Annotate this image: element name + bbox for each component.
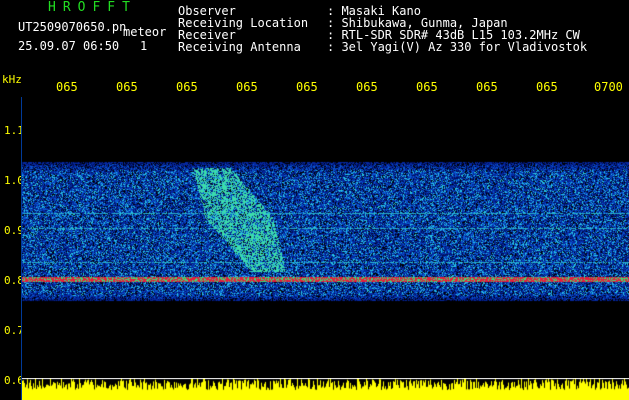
- time-tick: 065: [236, 80, 258, 94]
- time-tick: 065: [116, 80, 138, 94]
- time-tick: 065: [296, 80, 318, 94]
- mode-tag: meteor: [123, 25, 167, 39]
- signal-spectrum-bar: [21, 378, 629, 400]
- time-tick: 065: [536, 80, 558, 94]
- antenna-value: : 3el Yagi(V) Az 330 for Vladivostok: [327, 40, 588, 54]
- time-tick: 065: [56, 80, 78, 94]
- detection-count: 1: [140, 39, 148, 53]
- frequency-unit: kHz: [2, 73, 22, 86]
- antenna-label: Receiving Antenna: [178, 40, 301, 54]
- capture-datetime: 25.09.07 06:50: [18, 39, 120, 53]
- waterfall-spectrogram: [21, 97, 629, 379]
- plot-left-border: [21, 97, 22, 400]
- time-tick: 065: [356, 80, 378, 94]
- time-tick: 0700: [594, 80, 623, 94]
- time-tick: 065: [476, 80, 498, 94]
- file-name: UT2509070650.pn: [18, 20, 127, 34]
- app-brand: HROFFT: [48, 0, 137, 15]
- time-tick: 065: [416, 80, 438, 94]
- time-tick: 065: [176, 80, 198, 94]
